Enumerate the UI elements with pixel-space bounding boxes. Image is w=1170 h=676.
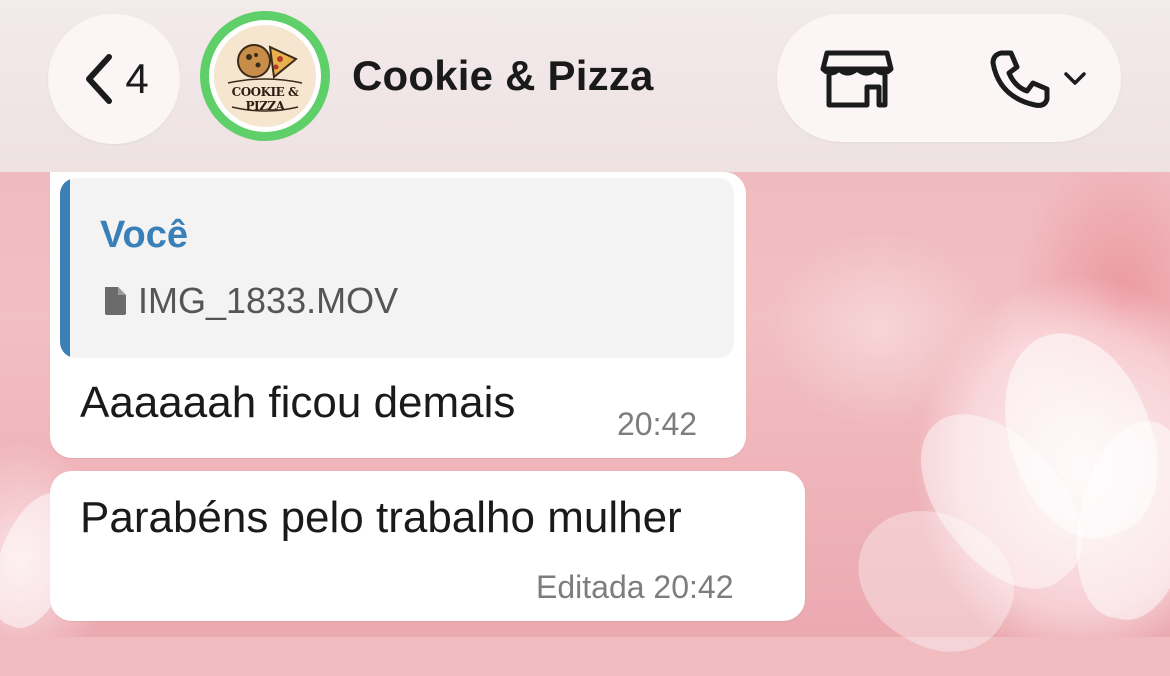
- quoted-message[interactable]: Você IMG_1833.MOV: [60, 178, 734, 358]
- quote-accent-bar: [60, 178, 70, 358]
- store-button[interactable]: [817, 44, 897, 114]
- message-bubble[interactable]: Você IMG_1833.MOV Aaaaaah ficou demais 2…: [50, 172, 746, 458]
- chat-header: 4 COOKIE & PIZZA Cookie & Pizza: [0, 0, 1170, 172]
- call-button[interactable]: [977, 44, 1097, 114]
- chevron-down-icon: [1064, 72, 1086, 85]
- logo-text: COOKIE & PIZZA: [231, 85, 299, 113]
- message-bubble[interactable]: Parabéns pelo trabalho mulher Editada 20…: [50, 471, 805, 621]
- file-icon: [105, 287, 126, 315]
- avatar[interactable]: COOKIE & PIZZA: [200, 11, 330, 141]
- chat-title[interactable]: Cookie & Pizza: [352, 52, 654, 100]
- header-actions: [777, 14, 1121, 142]
- quote-author: Você: [100, 214, 189, 256]
- store-icon: [820, 50, 894, 108]
- back-button[interactable]: 4: [48, 14, 180, 144]
- quote-file-name: IMG_1833.MOV: [138, 280, 399, 321]
- unread-count: 4: [125, 55, 149, 102]
- chevron-left-icon: [86, 54, 113, 104]
- phone-icon: [990, 50, 1050, 108]
- message-text: Parabéns pelo trabalho mulher: [80, 493, 682, 542]
- cookie-pizza-logo: COOKIE & PIZZA: [214, 25, 316, 127]
- message-time: 20:42: [617, 406, 698, 442]
- message-text: Aaaaaah ficou demais: [80, 378, 516, 427]
- quote-attachment: IMG_1833.MOV: [102, 280, 398, 322]
- message-time-edited: Editada 20:42: [536, 569, 734, 605]
